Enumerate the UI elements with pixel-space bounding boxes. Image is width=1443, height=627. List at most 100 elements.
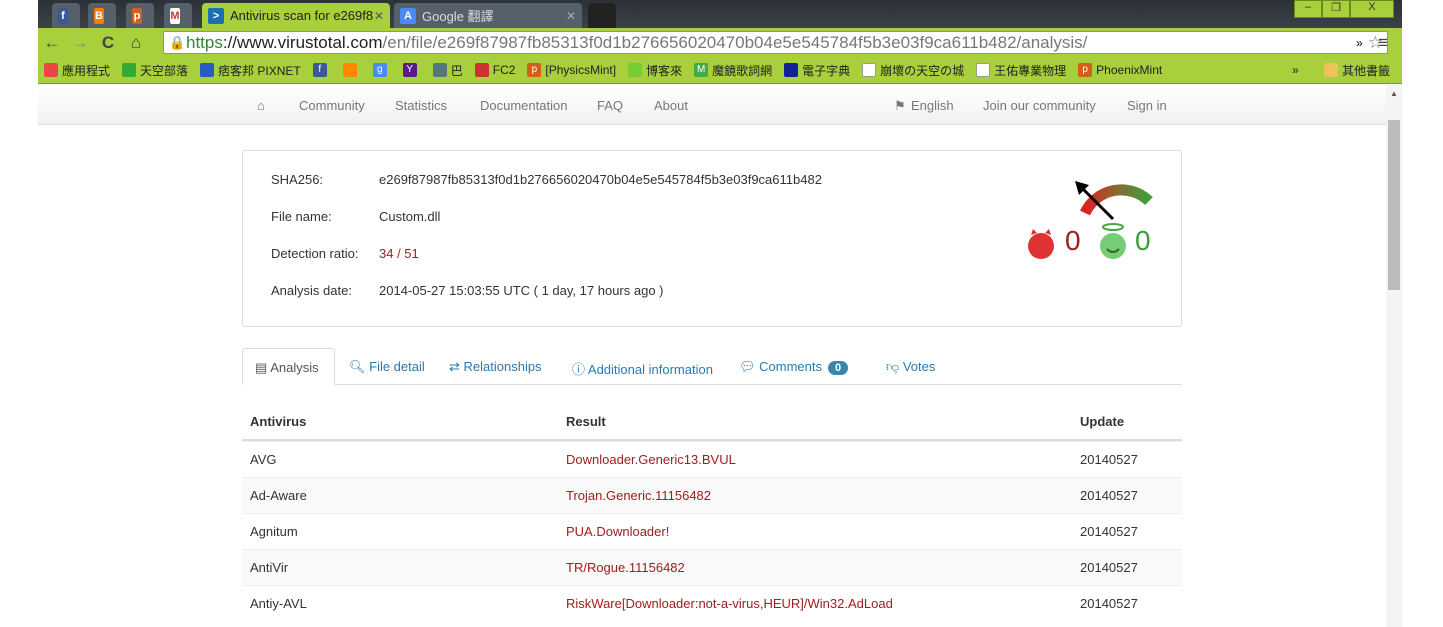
column-header[interactable]: Antivirus [250,414,306,429]
filename-value: Custom.dll [379,209,441,224]
home-icon[interactable]: ⌂ [257,98,265,113]
bookmark-label: FC2 [492,63,516,77]
tab-title: Antivirus scan for e269f8 [230,8,374,23]
info-icon: ⓘ [572,362,588,377]
bookmark[interactable]: 博客來 [628,62,682,79]
bookmark-label: 王佑專業物理 [994,63,1067,78]
bookmark-label: 痞客邦 PIXNET [218,63,301,78]
bookmark[interactable]: 巴 [432,62,463,79]
angel-icon [1100,223,1126,259]
antivirus-name: Antiy-AVL [250,596,307,611]
home-icon[interactable]: ⌂ [122,33,150,53]
scrollbar[interactable]: ▲ [1386,85,1402,627]
tab-additional-information[interactable]: ⓘ Additional information [572,359,713,378]
bookmark[interactable]: p [PhysicsMint] [527,63,616,77]
url-scheme: https [186,33,223,52]
tab-file-detail[interactable]: 🔍︎ File detail [349,359,425,375]
bookmark-icon [122,63,137,77]
bookmark-icon [474,63,489,77]
nav-documentation[interactable]: Documentation [480,98,567,113]
bookmark-label: 巴 [450,63,463,78]
blogger-icon: B [94,7,104,24]
more-bookmarks-icon[interactable]: » [1292,63,1299,77]
bookmark[interactable]: 崩壞の天空の城 [862,62,964,79]
language-select[interactable]: English [911,98,954,113]
tab-virustotal[interactable]: > Antivirus scan for e269f8 ✕ [202,3,390,28]
back-icon[interactable]: ← [38,33,66,53]
minimize-button[interactable]: – [1294,0,1322,18]
column-header[interactable]: Result [566,414,606,429]
sign-in-link[interactable]: Sign in [1127,98,1167,113]
bookmark[interactable]: 王佑專業物理 [976,62,1066,79]
harmless-votes[interactable]: 0 [1135,225,1151,257]
window-close-button[interactable]: X [1350,0,1394,18]
url-input[interactable]: 🔒 https://www.virustotal.com/en/file/e269… [163,31,1388,54]
bookmark[interactable]: g [372,63,391,77]
scroll-up-icon[interactable]: ▲ [1386,89,1402,98]
nav-about[interactable]: About [654,98,688,113]
tab-label: Additional information [587,362,713,377]
table-row: AVG Downloader.Generic13.BVUL 20140527 [242,441,1182,477]
bookmark[interactable]: M 魔鏡歌詞網 [694,62,772,79]
bookmark[interactable]: 應用程式 [44,62,110,79]
p-icon: p [1078,63,1093,77]
malicious-votes[interactable]: 0 [1065,225,1081,257]
tab-label: File detail [369,359,425,374]
tab-facebook[interactable]: f [52,3,80,28]
forward-icon[interactable]: → [66,33,94,53]
bookmark[interactable]: 電子字典 [784,62,850,79]
tab-relationships[interactable]: ⇄ Relationships [449,359,542,375]
bookmark-label: 其他書籤 [1342,63,1391,78]
bookmark[interactable]: p PhoenixMint [1078,63,1162,77]
close-icon[interactable]: ✕ [374,9,384,23]
page-icon [976,63,991,77]
nav-community[interactable]: Community [299,98,365,113]
scan-result: Trojan.Generic.11156482 [566,488,712,503]
p-icon: p [132,7,142,24]
bookmark-label: PhoenixMint [1096,63,1163,77]
tab-google-translate[interactable]: A Google 翻譯 ✕ [394,3,582,28]
update-date: 20140527 [1080,488,1138,503]
folder-icon [1324,63,1338,77]
menu-icon[interactable]: ≡ [1378,33,1388,53]
tab-comments[interactable]: 💬︎ Comments 0 [739,359,849,375]
sha-value: e269f87987fb85313f0d1b276656020470b04e5e… [379,172,822,187]
other-bookmarks[interactable]: 其他書籤 [1324,62,1390,79]
bookmark-icon [628,63,643,77]
nav-faq[interactable]: FAQ [597,98,623,113]
apps-icon [44,63,58,77]
tab-blogger[interactable]: B [88,3,116,28]
scrollbar-thumb[interactable] [1388,120,1400,290]
tab-physicsmint[interactable]: p [126,3,154,28]
browser-window: f B p M > Antivirus scan for e269f8 ✕ A Goo… [38,0,1402,627]
restore-button[interactable]: ❐ [1322,0,1350,18]
nav-statistics[interactable]: Statistics [395,98,447,113]
extensions-chevron-icon[interactable]: » [1356,36,1363,50]
filename-label: File name: [271,209,332,224]
update-date: 20140527 [1080,560,1138,575]
tab-votes[interactable]: 👎︎ Votes [886,359,935,375]
bookmark[interactable]: 天空部落 [122,62,188,79]
join-community-link[interactable]: Join our community [983,98,1096,113]
tab-label: Analysis [270,360,319,375]
tab-analysis[interactable]: ▤ Analysis [242,348,335,385]
google-icon: g [372,63,387,77]
analysis-tabs: ▤ Analysis 🔍︎ File detail ⇄ Relationship… [242,348,1182,385]
bookmark[interactable]: FC2 [474,63,516,77]
table-header: Antivirus Result Update [242,404,1182,441]
scan-result: PUA.Downloader! [566,524,670,539]
reload-icon[interactable]: C [94,33,122,53]
bookmark[interactable]: f [312,63,331,77]
bookmark[interactable] [342,63,361,77]
column-header[interactable]: Update [1080,414,1124,429]
bookmark-icon [200,63,215,77]
detection-ratio: 34 / 51 [379,246,419,261]
antivirus-name: AVG [250,452,277,467]
tab-gmail[interactable]: M [164,3,192,28]
bookmark[interactable]: Y [402,63,421,77]
bookmark[interactable]: 痞客邦 PIXNET [200,62,301,79]
close-icon[interactable]: ✕ [566,9,576,23]
address-bar-row: ← → C ⌂ 🔒 https://www.virustotal.com/en/f… [38,28,1402,57]
new-tab-button[interactable] [588,3,616,28]
table-row: AntiVir TR/Rogue.11156482 20140527 [242,549,1182,585]
